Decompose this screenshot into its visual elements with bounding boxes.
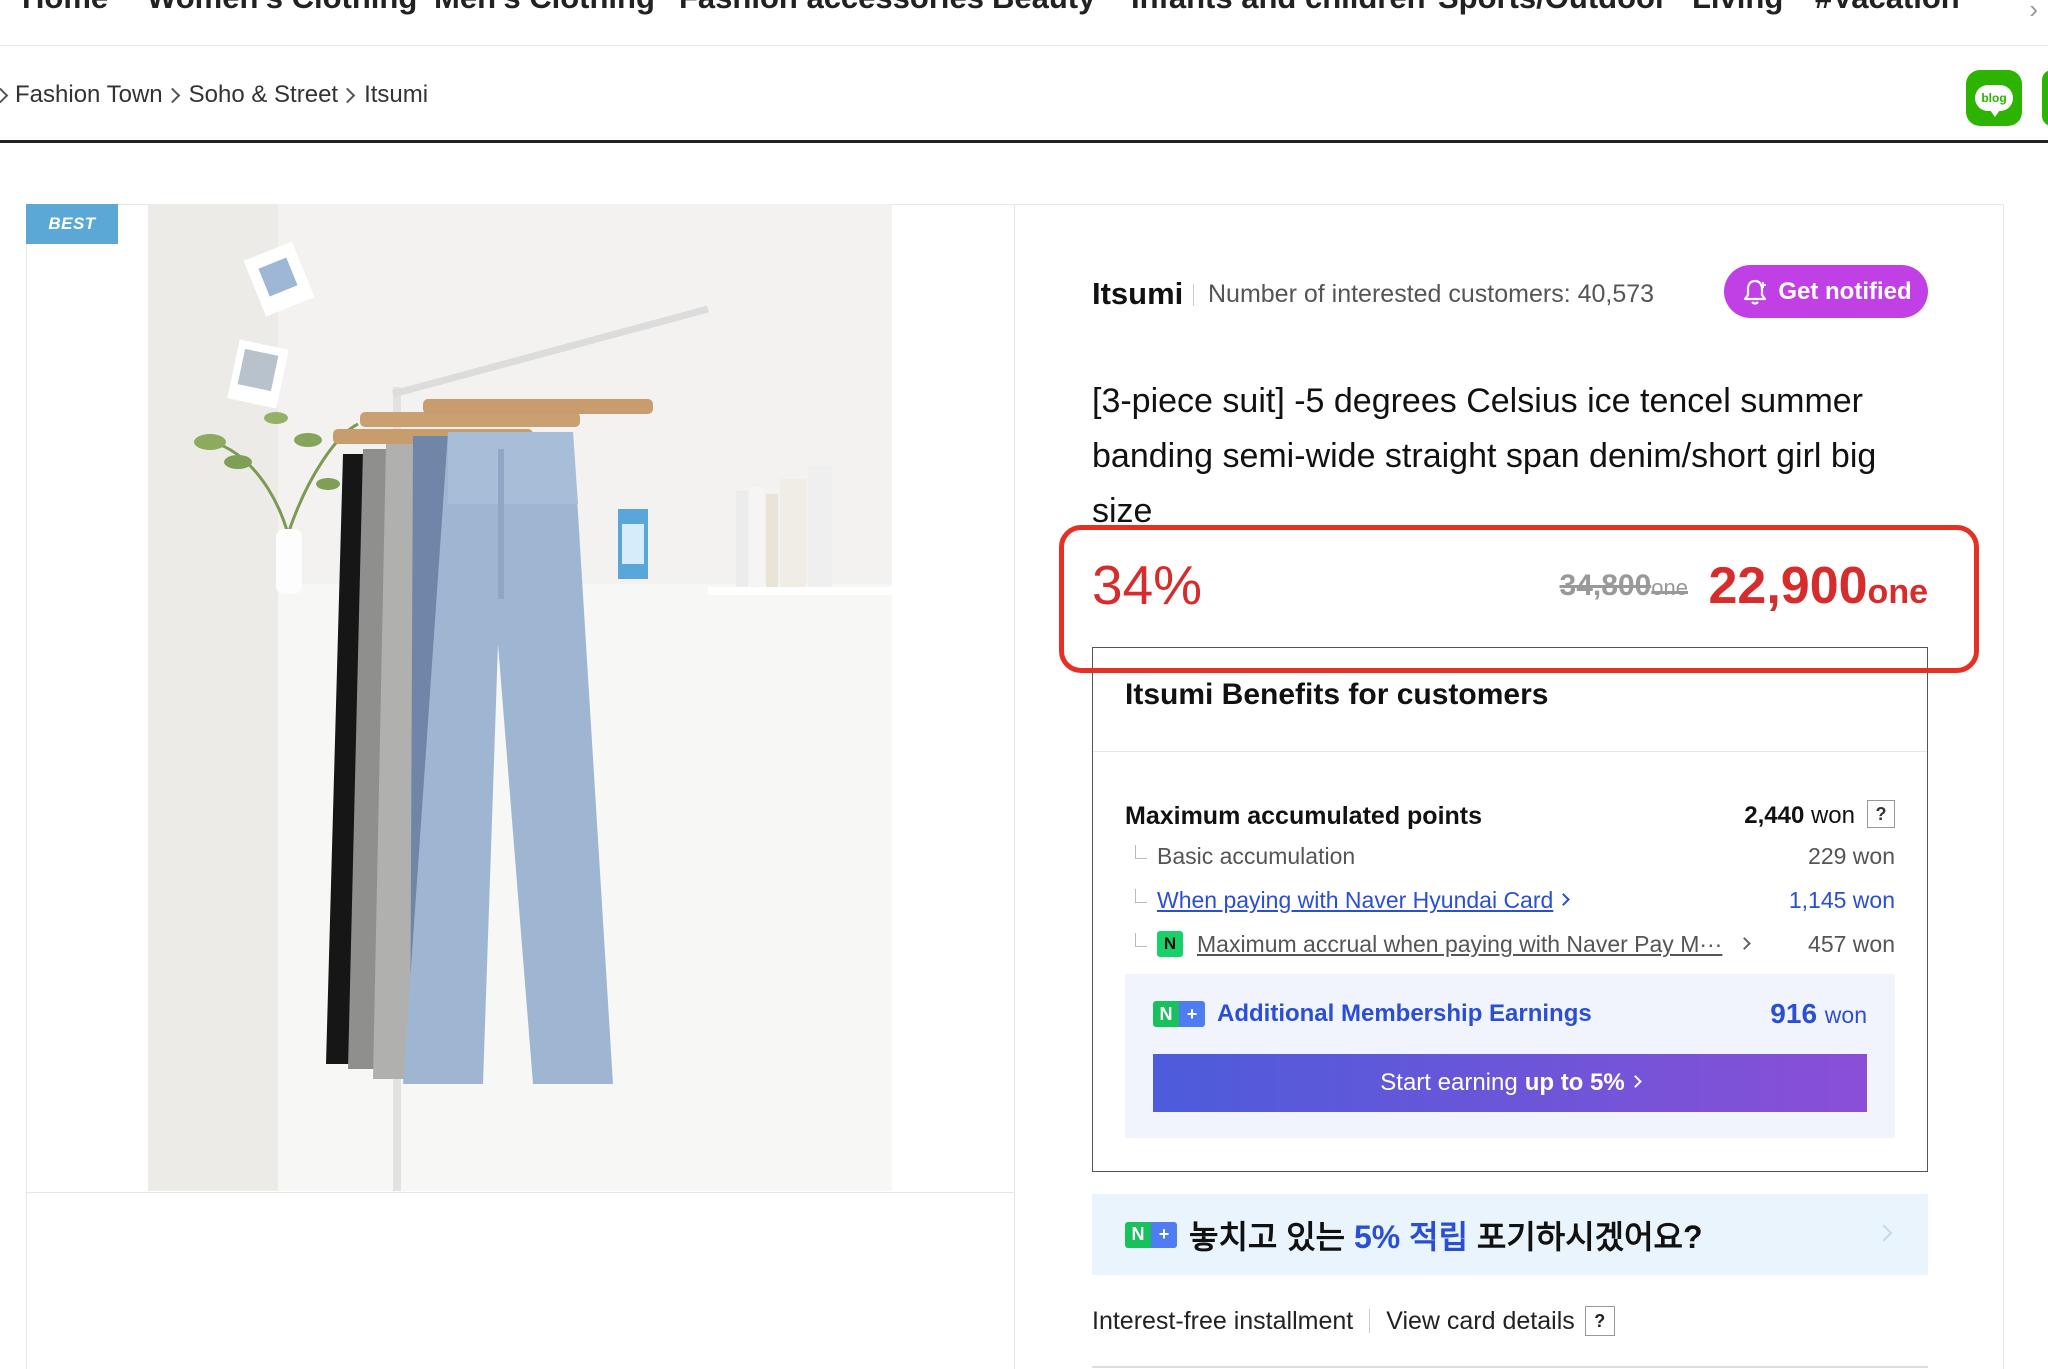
- product-photo[interactable]: [148, 204, 892, 1191]
- nav-item-infants-children[interactable]: Infants and children: [1131, 0, 1426, 18]
- jeans-on-rack-image: [148, 204, 892, 1191]
- nav-item-mens-clothing[interactable]: Men's Clothing: [434, 0, 655, 18]
- max-points-label: Maximum accumulated points: [1125, 802, 1483, 830]
- bell-plus-icon: [1744, 279, 1767, 305]
- max-points-value: 2,440: [1744, 802, 1805, 829]
- benefits-divider: [1093, 751, 1927, 752]
- share-button[interactable]: [2042, 70, 2048, 126]
- hyundai-card-value: 1,145 won: [1788, 887, 1895, 913]
- start-earning-prefix: Start earning: [1380, 1069, 1518, 1096]
- membership-unit: won: [1824, 1002, 1867, 1028]
- naver-pay-icon: N: [1157, 931, 1183, 957]
- installment-separator: [1369, 1309, 1371, 1333]
- seller-name[interactable]: Itsumi: [1092, 276, 1183, 312]
- chevron-right-icon: [339, 87, 356, 103]
- start-earning-bold: up to 5%: [1524, 1069, 1625, 1096]
- promo-text-before: 놓치고 있는: [1189, 1218, 1346, 1255]
- basic-accumulation-label: Basic accumulation: [1157, 843, 1356, 869]
- nav-item-womens-clothing[interactable]: Women's Clothing: [147, 0, 417, 18]
- product-title: [3-piece suit] -5 degrees Celsius ice te…: [1092, 382, 1877, 524]
- max-points-help-button[interactable]: ?: [1867, 800, 1895, 828]
- promo-text-after: 포기하시겠어요?: [1476, 1218, 1703, 1255]
- installment-help-button[interactable]: ?: [1584, 1306, 1615, 1336]
- max-points-amount: 2,440 won: [1744, 802, 1855, 830]
- chevron-right-icon: [1557, 893, 1571, 907]
- hyundai-card-row: When paying with Naver Hyundai Card 1,14…: [1125, 887, 1895, 923]
- installment-label: Interest-free installment: [1092, 1306, 1354, 1335]
- hyundai-card-label: When paying with Naver Hyundai Card: [1157, 887, 1554, 913]
- naver-pay-label: Maximum accrual when paying with Naver P…: [1197, 931, 1723, 957]
- basic-accumulation-row: Basic accumulation 229 won: [1125, 843, 1895, 879]
- nav-item-living[interactable]: Living: [1692, 0, 1783, 18]
- category-nav: Home Women's Clothing Men's Clothing Fas…: [0, 0, 2048, 46]
- seller-separator: [1193, 284, 1194, 306]
- naver-pay-row: N Maximum accrual when paying with Naver…: [1125, 931, 1895, 967]
- promo-text: 놓치고 있는 5% 적립 포기하시겠어요?: [1189, 1212, 1703, 1258]
- membership-amount: 916 won: [1770, 998, 1867, 1030]
- tree-branch: [1135, 933, 1147, 947]
- get-notified-button[interactable]: Get notified: [1724, 265, 1928, 318]
- blog-share-button[interactable]: blog: [1966, 70, 2022, 126]
- basic-accumulation-value: 229 won: [1808, 843, 1895, 869]
- interested-customers: Number of interested customers: 40,573: [1208, 280, 1655, 308]
- promo-text-highlight: 5% 적립: [1353, 1218, 1469, 1255]
- view-card-details-link[interactable]: View card details: [1386, 1307, 1575, 1336]
- nav-item-home[interactable]: Home: [22, 0, 108, 18]
- max-points-row: Maximum accumulated points 2,440 won ?: [1125, 800, 1895, 838]
- membership-value: 916: [1770, 998, 1818, 1029]
- benefits-box: Itsumi Benefits for customers Maximum ac…: [1092, 647, 1928, 1172]
- max-points-unit: won: [1810, 802, 1855, 829]
- naver-plus-icon: N +: [1125, 1221, 1177, 1248]
- get-notified-label: Get notified: [1778, 277, 1912, 305]
- chevron-right-icon: [0, 87, 9, 103]
- membership-promo-banner[interactable]: N + 놓치고 있는 5% 적립 포기하시겠어요?: [1092, 1194, 1928, 1275]
- membership-label: Additional Membership Earnings: [1217, 1000, 1592, 1027]
- naver-pay-link[interactable]: Maximum accrual when paying with Naver P…: [1197, 931, 1752, 958]
- benefits-heading: Itsumi Benefits for customers: [1125, 678, 1549, 711]
- naver-plus-icon: N +: [1153, 1001, 1205, 1027]
- hyundai-card-link[interactable]: When paying with Naver Hyundai Card: [1157, 887, 1571, 914]
- naver-pay-value: 457 won: [1808, 931, 1895, 957]
- bottom-rule: [1092, 1366, 1928, 1368]
- header-divider: [0, 140, 2048, 143]
- chevron-right-icon: [1875, 1224, 1893, 1242]
- breadcrumb-soho-street[interactable]: Soho & Street: [189, 81, 338, 109]
- tree-branch: [1135, 845, 1147, 859]
- price-highlight-annotation: [1059, 525, 1979, 673]
- chevron-right-icon: [1738, 937, 1752, 951]
- installment-row: Interest-free installment View card deta…: [1092, 1306, 1615, 1336]
- chevron-right-icon: [1628, 1074, 1642, 1088]
- breadcrumb: Fashion Town Soho & Street Itsumi: [0, 75, 428, 115]
- chevron-right-icon: [164, 87, 180, 103]
- blog-icon: blog: [1975, 85, 2013, 117]
- nav-item-fashion-accessories[interactable]: Fashion accessories: [679, 0, 984, 18]
- nav-item-beauty[interactable]: Beauty: [992, 0, 1095, 18]
- breadcrumb-itsumi[interactable]: Itsumi: [364, 81, 428, 109]
- best-badge: BEST: [26, 204, 118, 244]
- membership-box: N + Additional Membership Earnings 916 wo…: [1125, 974, 1895, 1138]
- nav-item-vacation[interactable]: #Vacation: [1815, 0, 1960, 18]
- tree-branch: [1135, 889, 1147, 903]
- breadcrumb-fashion-town[interactable]: Fashion Town: [15, 81, 163, 109]
- nav-item-sports-outdoor[interactable]: Sports/Outdoor: [1438, 0, 1667, 18]
- nav-next-icon[interactable]: ›: [2029, 0, 2038, 25]
- start-earning-button[interactable]: Start earning up to 5%: [1153, 1054, 1867, 1112]
- image-panel-divider: [27, 1192, 1015, 1193]
- membership-label-row: N + Additional Membership Earnings: [1153, 1000, 1592, 1028]
